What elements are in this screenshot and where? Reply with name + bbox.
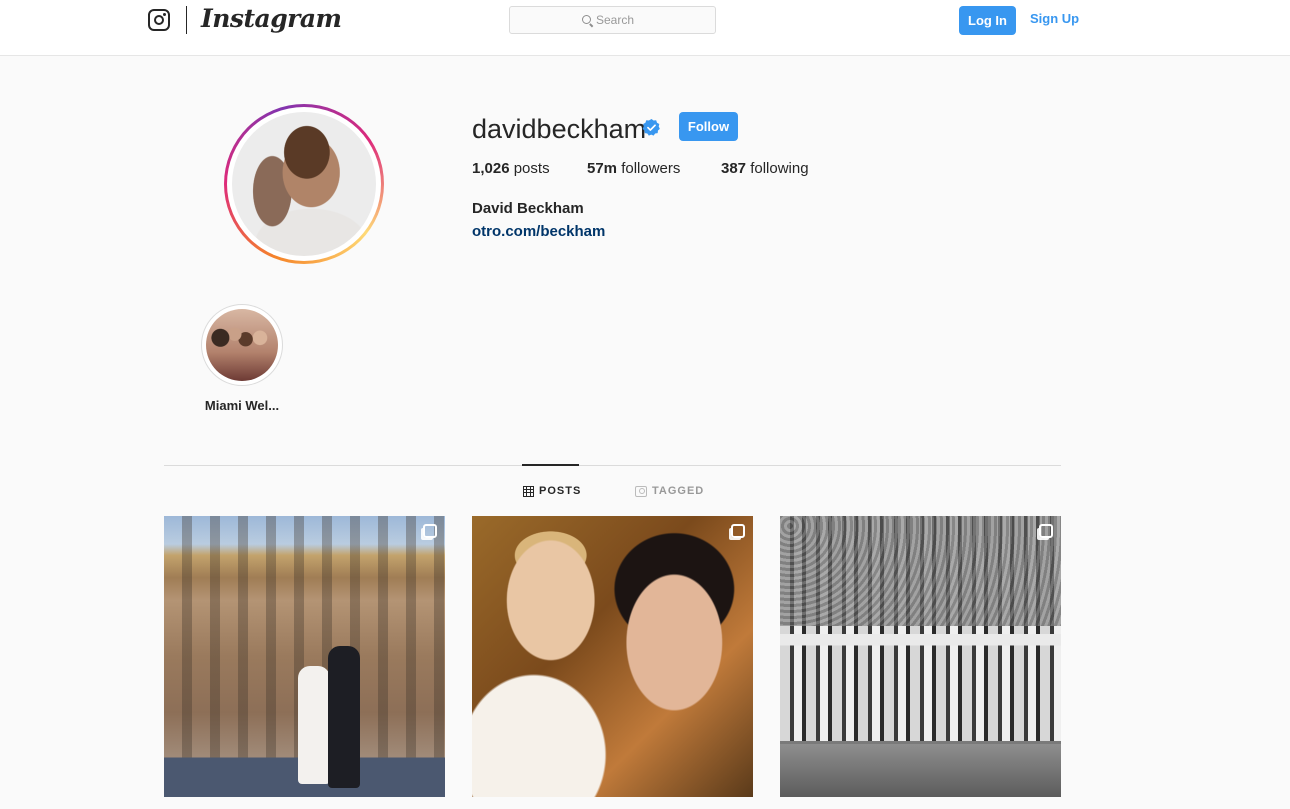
tab-posts-label: POSTS xyxy=(539,485,582,497)
post-figure xyxy=(298,666,330,784)
highlight-label[interactable]: Miami Wel... xyxy=(184,398,300,413)
search-box[interactable] xyxy=(509,6,716,34)
stat-followers[interactable]: 57m followers xyxy=(587,160,680,177)
follow-button[interactable]: Follow xyxy=(679,112,738,141)
tagged-icon xyxy=(635,485,647,497)
profile-full-name: David Beckham xyxy=(472,200,584,217)
instagram-camera-icon[interactable] xyxy=(148,9,170,31)
post-pitch xyxy=(780,744,1061,797)
search-icon xyxy=(582,15,591,24)
tab-tagged[interactable]: TAGGED xyxy=(635,485,704,497)
active-tab-indicator xyxy=(522,464,579,466)
followers-count: 57m xyxy=(587,160,618,177)
login-button[interactable]: Log In xyxy=(959,6,1016,35)
tab-tagged-label: TAGGED xyxy=(652,485,705,497)
instagram-wordmark[interactable]: Instagram xyxy=(201,4,342,33)
posts-label: posts xyxy=(513,160,550,177)
followers-label: followers xyxy=(621,160,681,177)
post-thumbnail[interactable] xyxy=(472,516,753,797)
post-figure xyxy=(328,646,360,788)
grid-icon xyxy=(523,485,534,497)
multiple-photos-icon xyxy=(1039,524,1053,538)
signup-link[interactable]: Sign Up xyxy=(1030,11,1079,26)
following-label: following xyxy=(750,160,809,177)
stat-posts: 1,026 posts xyxy=(472,160,550,177)
multiple-photos-icon xyxy=(423,524,437,538)
tabs-divider xyxy=(164,465,1061,466)
highlight-cover xyxy=(206,309,278,381)
tab-posts[interactable]: POSTS xyxy=(523,485,581,497)
following-count: 387 xyxy=(721,160,747,177)
search-input[interactable] xyxy=(596,12,706,28)
post-crowd xyxy=(780,516,1061,626)
story-highlight[interactable] xyxy=(201,304,283,386)
profile-avatar xyxy=(232,112,376,256)
verified-badge-icon xyxy=(642,118,660,136)
nav-divider xyxy=(186,6,187,34)
profile-website-link[interactable]: otro.com/beckham xyxy=(472,223,605,240)
post-thumbnail[interactable] xyxy=(780,516,1061,797)
top-nav: Instagram Log In Sign Up xyxy=(0,0,1290,56)
post-thumbnail[interactable] xyxy=(164,516,445,797)
profile-username: davidbeckham xyxy=(472,114,647,144)
stat-following[interactable]: 387 following xyxy=(721,160,809,177)
multiple-photos-icon xyxy=(731,524,745,538)
profile-avatar-story-ring[interactable] xyxy=(224,104,384,264)
posts-count: 1,026 xyxy=(472,160,510,177)
